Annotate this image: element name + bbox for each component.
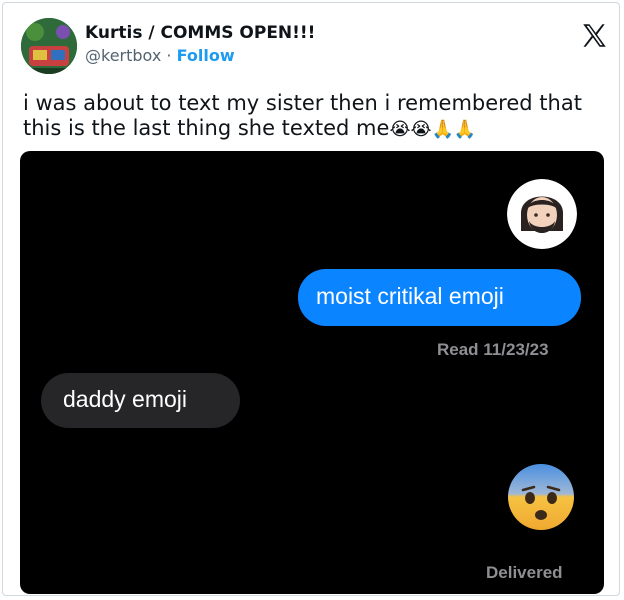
- received-message-text: daddy emoji: [63, 386, 188, 412]
- follow-button[interactable]: Follow: [177, 46, 235, 65]
- x-logo-icon[interactable]: [581, 22, 608, 49]
- handle-row: @kertbox · Follow: [85, 46, 235, 65]
- user-handle[interactable]: @kertbox: [85, 46, 161, 65]
- tweet-text: i was about to text my sister then i rem…: [23, 91, 618, 142]
- read-receipt: Read 11/23/23: [437, 340, 549, 359]
- display-name[interactable]: Kurtis / COMMS OPEN!!!: [85, 23, 315, 43]
- message-screenshot: moist critikal emoji Read 11/23/23 daddy…: [20, 151, 604, 594]
- tweet-body: i was about to text my sister then i rem…: [23, 91, 582, 140]
- anxious-face-emoji-icon: [508, 464, 574, 530]
- sent-message-text: moist critikal emoji: [316, 283, 504, 309]
- separator-dot: ·: [166, 46, 172, 65]
- person-beard-emoji-icon: [507, 179, 577, 249]
- user-avatar[interactable]: [21, 18, 77, 74]
- received-message-bubble[interactable]: daddy emoji: [41, 373, 240, 428]
- delivered-status: Delivered: [486, 563, 563, 582]
- tweet-emojis: 😭😭🙏🙏: [389, 119, 477, 140]
- sent-message-bubble[interactable]: moist critikal emoji: [298, 269, 581, 326]
